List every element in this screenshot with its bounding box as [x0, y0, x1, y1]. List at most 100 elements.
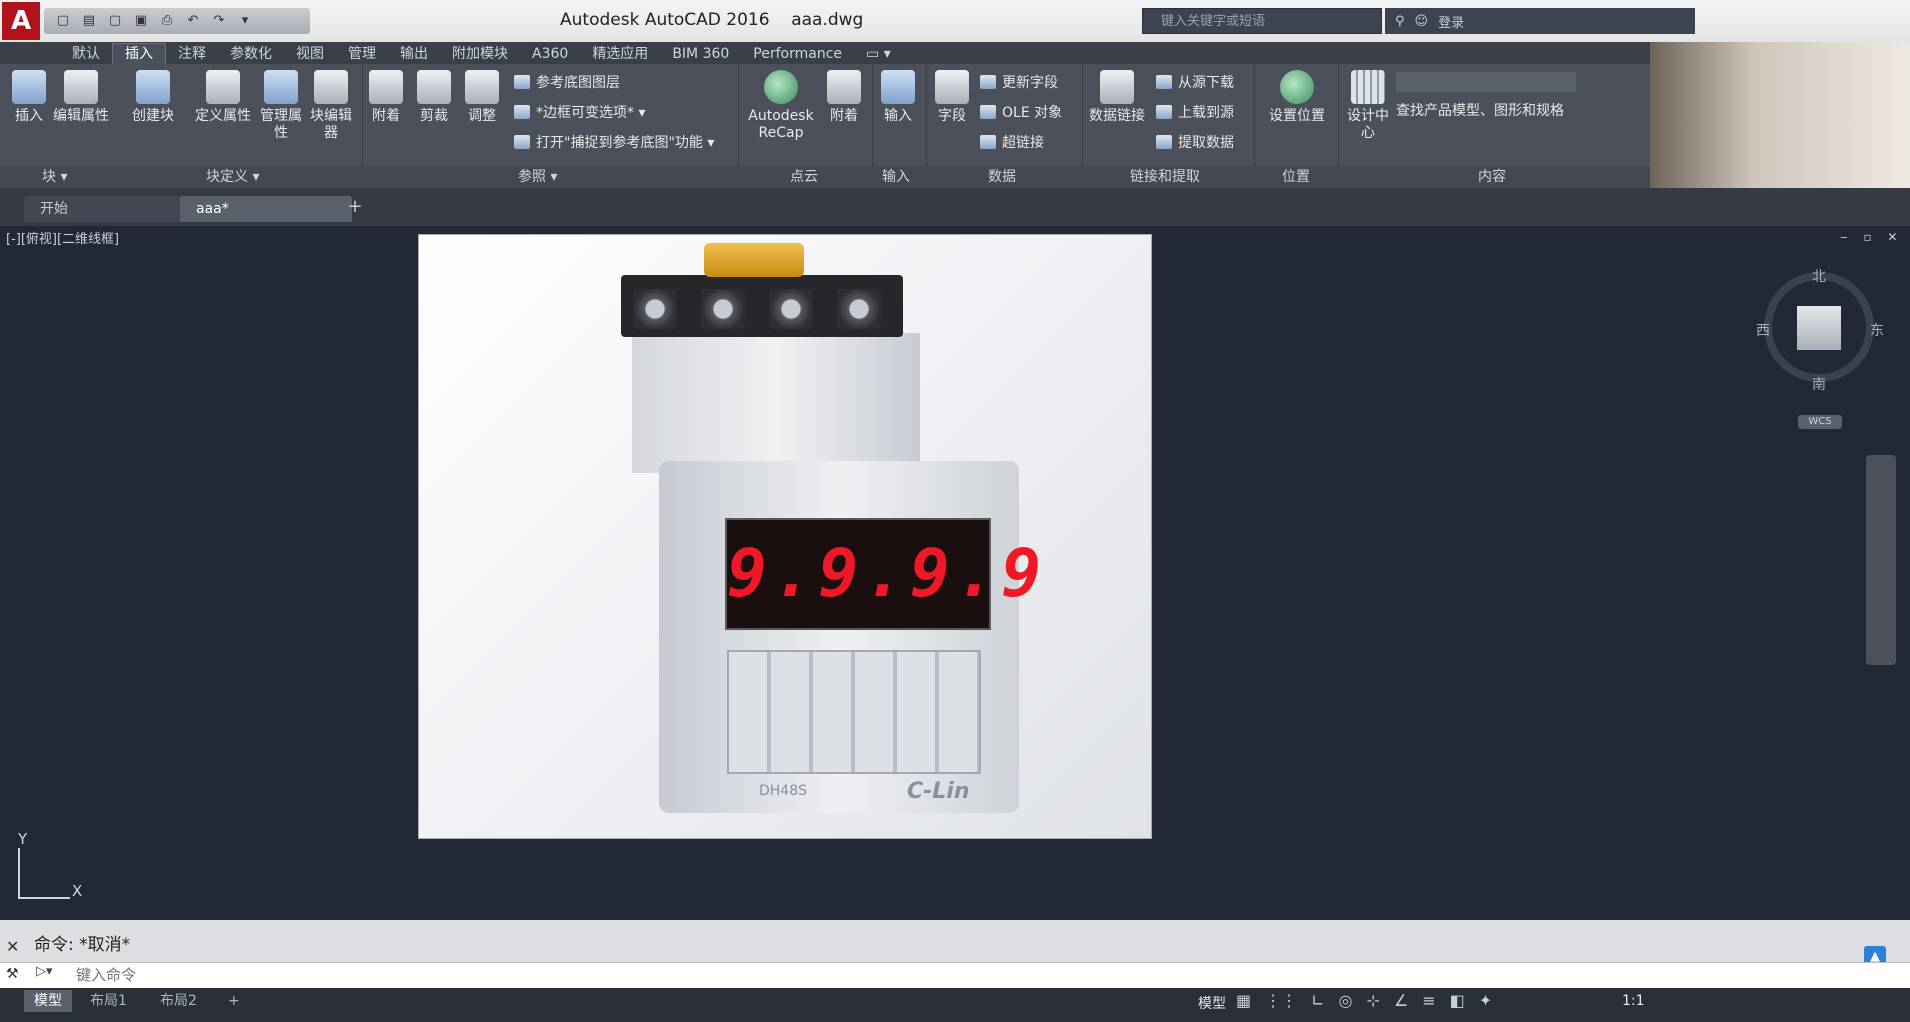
snap-mode-icon[interactable]: ⋮⋮	[1265, 991, 1297, 1010]
wcs-menu[interactable]: WCS	[1798, 415, 1842, 429]
viewcube-icon[interactable]	[1797, 306, 1841, 350]
otrack-icon[interactable]: ∠	[1394, 991, 1408, 1010]
raster-image[interactable]: 9.9.9.9 DH48S C-Lin	[418, 234, 1152, 839]
tab-featured-apps[interactable]: 精选应用	[580, 44, 660, 64]
tab-parametric[interactable]: 参数化	[218, 44, 284, 64]
new-file-icon[interactable]: ▢	[52, 11, 74, 31]
layout-tab-layout2[interactable]: 布局2	[150, 990, 207, 1012]
tab-view[interactable]: 视图	[284, 44, 336, 64]
insert-button[interactable]: 插入	[0, 70, 58, 125]
recap-label: Autodesk ReCap	[748, 108, 814, 141]
tab-performance[interactable]: Performance	[741, 44, 854, 64]
seek-search-field[interactable]	[1396, 72, 1576, 92]
search-input[interactable]: 键入关键字或短语	[1142, 8, 1382, 34]
file-tab-start[interactable]: 开始	[24, 196, 188, 222]
attach-button[interactable]: 附着	[364, 70, 408, 125]
plot-icon[interactable]: ⎙	[156, 11, 178, 31]
panel-label-reference[interactable]: 参照 ▾	[518, 166, 557, 188]
compass-east[interactable]: 东	[1870, 320, 1884, 340]
frames-vary-dropdown[interactable]: *边框可变选项* ▾	[514, 102, 645, 124]
panel-label-block[interactable]: 块 ▾	[42, 166, 67, 188]
save-icon[interactable]: ▢	[104, 11, 126, 31]
dip-switch-panel	[727, 650, 981, 774]
open-file-icon[interactable]: ▤	[78, 11, 100, 31]
download-icon	[1156, 75, 1172, 89]
command-input[interactable]	[76, 962, 1856, 988]
ribbon-panel-labels: 块 ▾ 块定义 ▾ 参照 ▾ 点云 输入 数据 链接和提取 位置 内容	[0, 166, 1650, 188]
tab-addins[interactable]: 附加模块	[440, 44, 520, 64]
ole-object-button[interactable]: OLE 对象	[980, 102, 1062, 124]
design-center-button[interactable]: 设计中心	[1344, 70, 1392, 142]
create-block-label: 创建块	[132, 108, 174, 124]
grid-icon[interactable]: ▦	[1236, 991, 1251, 1010]
tab-annotate[interactable]: 注释	[166, 44, 218, 64]
transparency-icon[interactable]: ◧	[1450, 991, 1465, 1010]
hyperlink-button[interactable]: 超链接	[980, 132, 1044, 154]
new-tab-icon[interactable]: +	[344, 196, 366, 218]
design-center-icon	[1351, 70, 1385, 104]
file-name: aaa.dwg	[791, 10, 864, 30]
add-layout-tab[interactable]: +	[218, 990, 250, 1012]
sign-in-link[interactable]: 登录	[1438, 12, 1464, 31]
download-source-button[interactable]: 从源下载	[1156, 72, 1234, 94]
define-attribute-button[interactable]: 定义属性	[190, 70, 256, 125]
user-icon[interactable]: ☺	[1415, 14, 1429, 29]
close-icon[interactable]: ✕	[6, 937, 19, 956]
lineweight-icon[interactable]: ≡	[1422, 991, 1435, 1010]
file-tab-aaa[interactable]: aaa*	[180, 196, 352, 222]
compass-south[interactable]: 南	[1812, 374, 1826, 394]
annotation-scale[interactable]: 1:1	[1622, 993, 1645, 1009]
adjust-button[interactable]: 调整	[460, 70, 504, 125]
set-location-button[interactable]: 设置位置	[1262, 70, 1332, 125]
ucs-x-label: X	[72, 882, 83, 900]
insert-block-icon	[12, 70, 46, 104]
layout-tab-layout1[interactable]: 布局1	[80, 990, 137, 1012]
edit-attribute-button[interactable]: 编辑属性	[52, 70, 110, 125]
redo-icon[interactable]: ↷	[208, 11, 230, 31]
field-button[interactable]: 字段	[930, 70, 974, 125]
autocad-logo-icon[interactable]: A	[2, 2, 40, 40]
underlay-layers-button[interactable]: 参考底图图层	[514, 72, 620, 94]
create-block-button[interactable]: 创建块	[124, 70, 182, 125]
wrench-icon[interactable]: ⚒	[6, 966, 19, 982]
point-cloud-attach-button[interactable]: 附着	[822, 70, 866, 125]
block-editor-button[interactable]: 块编辑器	[306, 70, 356, 142]
data-link-button[interactable]: 数据链接	[1086, 70, 1148, 125]
undo-icon[interactable]: ↶	[182, 11, 204, 31]
device-model-text: DH48S	[759, 783, 808, 799]
viewport-window-controls[interactable]: ‒ ▫ ✕	[1840, 230, 1903, 244]
save-as-icon[interactable]: ▣	[130, 11, 152, 31]
compass-north[interactable]: 北	[1812, 266, 1826, 286]
tab-insert[interactable]: 插入	[112, 43, 166, 64]
tab-home[interactable]: 默认	[60, 44, 112, 64]
upload-source-button[interactable]: 上载到源	[1156, 102, 1234, 124]
import-button[interactable]: 输入	[876, 70, 920, 125]
update-fields-button[interactable]: 更新字段	[980, 72, 1058, 94]
binoculars-icon[interactable]: ⚲	[1395, 14, 1405, 29]
tab-manage[interactable]: 管理	[336, 44, 388, 64]
quick-access-toolbar: ▢ ▤ ▢ ▣ ⎙ ↶ ↷ ▾	[44, 8, 310, 34]
polar-icon[interactable]: ◎	[1339, 991, 1353, 1010]
annotation-icon[interactable]: ✦	[1479, 991, 1492, 1010]
edit-attribute-icon	[64, 70, 98, 104]
tab-bim360[interactable]: BIM 360	[660, 44, 741, 64]
command-prompt-icon[interactable]: ▷▾	[36, 964, 53, 979]
ortho-icon[interactable]: ∟	[1311, 991, 1324, 1010]
navigation-bar[interactable]	[1866, 455, 1896, 665]
tab-output[interactable]: 输出	[388, 44, 440, 64]
snap-underlay-dropdown[interactable]: 打开"捕捉到参考底图"功能 ▾	[514, 132, 714, 154]
layout-tab-model[interactable]: 模型	[24, 990, 72, 1012]
header-tools: ⚲ ☺ 登录	[1385, 8, 1695, 34]
extract-data-button[interactable]: 提取数据	[1156, 132, 1234, 154]
compass-west[interactable]: 西	[1756, 320, 1770, 340]
tab-a360[interactable]: A360	[520, 44, 580, 64]
model-space-toggle[interactable]: 模型	[1198, 993, 1226, 1013]
manage-attributes-button[interactable]: 管理属性	[260, 70, 302, 142]
viewport-controls-label[interactable]: [-][俯视][二维线框]	[6, 228, 119, 247]
ribbon-minimize-icon[interactable]: ▭ ▾	[854, 44, 903, 64]
panel-label-block-definition[interactable]: 块定义 ▾	[206, 166, 259, 188]
osnap-icon[interactable]: ⊹	[1367, 991, 1380, 1010]
customize-dropdown-icon[interactable]: ▾	[234, 11, 256, 31]
clip-button[interactable]: 剪裁	[412, 70, 456, 125]
recap-button[interactable]: Autodesk ReCap	[744, 70, 818, 142]
